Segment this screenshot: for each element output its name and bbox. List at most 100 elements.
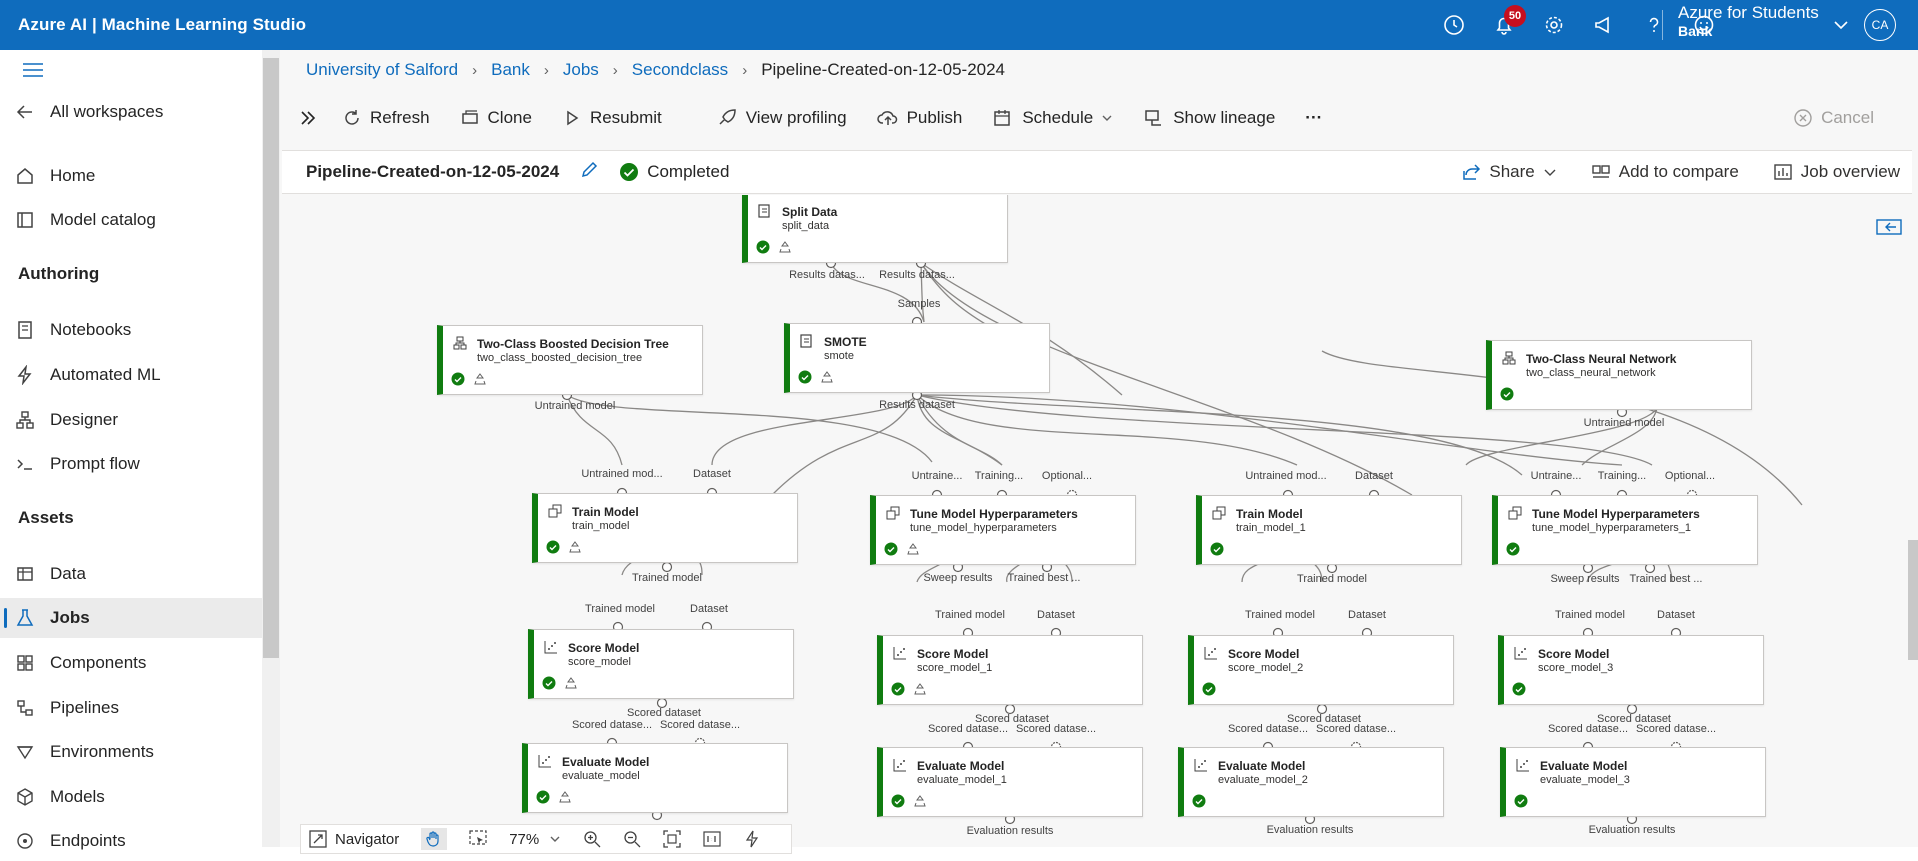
check-circle-icon [542, 676, 556, 695]
auto-layout-icon[interactable] [743, 830, 761, 848]
sidebar-item-designer[interactable]: Designer [0, 400, 262, 440]
port-label: Untrained model [1583, 417, 1665, 429]
resubmit-button[interactable]: Resubmit [562, 108, 662, 128]
sidebar-scroll-thumb[interactable] [263, 58, 279, 658]
node-subtitle: tune_model_hyperparameters_1 [1532, 522, 1691, 534]
chevron-right-icon: › [612, 61, 618, 79]
top-icons: 50 [1440, 0, 1718, 50]
megaphone-icon[interactable] [1590, 11, 1618, 39]
sidebar-item-all-workspaces[interactable]: All workspaces [0, 92, 262, 132]
sidebar-item-notebooks[interactable]: Notebooks [0, 310, 262, 350]
module-icon [758, 204, 772, 223]
refresh-label: Refresh [370, 108, 430, 127]
node-score-model[interactable]: Score Model score_model [528, 629, 794, 699]
environment-icon [0, 742, 50, 762]
view-profiling-label: View profiling [745, 108, 847, 127]
node-evaluate-model[interactable]: Evaluate Model evaluate_model [522, 743, 788, 813]
show-lineage-button[interactable]: Show lineage [1143, 108, 1275, 128]
node-split-data[interactable]: Split Data split_data [742, 195, 1008, 263]
reuse-icon [906, 542, 920, 561]
job-overview-button[interactable]: Job overview [1773, 162, 1900, 182]
account-switcher[interactable]: Azure for Students Bank [1678, 4, 1819, 40]
collapse-panel-icon[interactable] [1876, 218, 1902, 241]
avatar[interactable]: CA [1864, 9, 1896, 41]
add-to-compare-label: Add to compare [1618, 162, 1739, 181]
node-boosted-decision-tree[interactable]: Two-Class Boosted Decision Tree two_clas… [437, 325, 703, 395]
clone-icon [461, 110, 478, 124]
navigator-toggle[interactable]: Navigator [309, 830, 399, 848]
sidebar-item-endpoints[interactable]: Endpoints [0, 821, 262, 861]
sidebar-item-models[interactable]: Models [0, 777, 262, 817]
port-label: Dataset [1657, 609, 1695, 621]
catalog-icon [0, 210, 50, 230]
help-icon[interactable] [1640, 11, 1668, 39]
node-subtitle: score_model_1 [917, 662, 993, 674]
chevron-down-icon[interactable] [1832, 16, 1850, 39]
zoom-in-icon[interactable] [583, 830, 601, 848]
node-title: Two-Class Boosted Decision Tree [477, 337, 669, 351]
sidebar-item-data[interactable]: Data [0, 554, 262, 594]
node-score-model-2[interactable]: Score Model score_model_2 [1188, 635, 1454, 705]
train-icon [548, 504, 562, 523]
sidebar-item-environments[interactable]: Environments [0, 732, 262, 772]
node-score-model-1[interactable]: Score Model score_model_1 [877, 635, 1143, 705]
view-profiling-button[interactable]: View profiling [716, 108, 847, 128]
refresh-button[interactable]: Refresh [342, 108, 430, 128]
breadcrumb-experiment[interactable]: Secondclass [632, 60, 728, 80]
app-title[interactable]: Azure AI | Machine Learning Studio [0, 15, 306, 35]
gear-icon[interactable] [1540, 11, 1568, 39]
node-title: Evaluate Model [1218, 759, 1306, 773]
select-icon[interactable] [469, 830, 487, 848]
edit-icon[interactable] [579, 160, 599, 185]
reuse-icon [820, 370, 834, 389]
node-smote[interactable]: SMOTE smote [784, 323, 1050, 393]
add-to-compare-button[interactable]: Add to compare [1591, 162, 1739, 182]
chevron-down-icon [1544, 169, 1556, 176]
resubmit-label: Resubmit [589, 108, 662, 127]
zoom-level-select[interactable]: 77% [509, 831, 561, 848]
canvas-scrollbar[interactable] [1908, 540, 1918, 660]
scatter-icon [1194, 758, 1208, 777]
breadcrumb-bank[interactable]: Bank [491, 60, 530, 80]
node-tune-hyperparameters[interactable]: Tune Model Hyperparameters tune_model_hy… [870, 495, 1136, 565]
train-icon [1212, 506, 1226, 525]
node-evaluate-model-1[interactable]: Evaluate Model evaluate_model_1 [877, 747, 1143, 817]
breadcrumb-university[interactable]: University of Salford [306, 60, 458, 80]
check-circle-icon [891, 682, 905, 701]
cancel-button[interactable]: Cancel [1793, 108, 1874, 128]
notification-badge: 50 [1504, 5, 1526, 27]
clone-button[interactable]: Clone [460, 108, 532, 128]
actual-size-icon[interactable] [703, 830, 721, 848]
show-lineage-label: Show lineage [1173, 108, 1276, 127]
port-label: Scored dataset [627, 707, 701, 719]
node-train-model[interactable]: Train Model train_model [532, 493, 798, 563]
node-train-model-1[interactable]: Train Model train_model_1 [1196, 495, 1462, 565]
expand-panel-button[interactable] [298, 108, 318, 128]
node-tune-hyperparameters-1[interactable]: Tune Model Hyperparameters tune_model_hy… [1492, 495, 1758, 565]
node-subtitle: evaluate_model_2 [1218, 774, 1308, 786]
fit-screen-icon[interactable] [663, 830, 681, 848]
breadcrumb-current: Pipeline-Created-on-12-05-2024 [761, 60, 1006, 79]
bell-icon[interactable]: 50 [1490, 5, 1526, 39]
node-evaluate-model-3[interactable]: Evaluate Model evaluate_model_3 [1500, 747, 1766, 817]
publish-button[interactable]: Publish [876, 108, 962, 128]
pipeline-canvas[interactable]: Split Data split_data Two-Class Boosted … [282, 195, 1918, 847]
history-icon[interactable] [1440, 11, 1468, 39]
sidebar-item-prompt-flow[interactable]: Prompt flow [0, 444, 262, 484]
sidebar-item-jobs[interactable]: Jobs [0, 598, 262, 638]
sidebar-item-automated-ml[interactable]: Automated ML [0, 355, 262, 395]
sidebar-item-components[interactable]: Components [0, 643, 262, 683]
share-button[interactable]: Share [1461, 162, 1556, 182]
node-evaluate-model-2[interactable]: Evaluate Model evaluate_model_2 [1178, 747, 1444, 817]
node-neural-network[interactable]: Two-Class Neural Network two_class_neura… [1486, 340, 1752, 410]
port-label: Optional... [1664, 470, 1716, 482]
sidebar-item-home[interactable]: Home [0, 156, 262, 196]
breadcrumb-jobs[interactable]: Jobs [563, 60, 599, 80]
schedule-button[interactable]: Schedule [992, 108, 1113, 128]
sidebar-item-model-catalog[interactable]: Model catalog [0, 200, 262, 240]
sidebar-item-pipelines[interactable]: Pipelines [0, 688, 262, 728]
zoom-out-icon[interactable] [623, 830, 641, 848]
hamburger-icon[interactable] [22, 62, 44, 83]
node-score-model-3[interactable]: Score Model score_model_3 [1498, 635, 1764, 705]
more-button[interactable]: ··· [1305, 108, 1322, 128]
